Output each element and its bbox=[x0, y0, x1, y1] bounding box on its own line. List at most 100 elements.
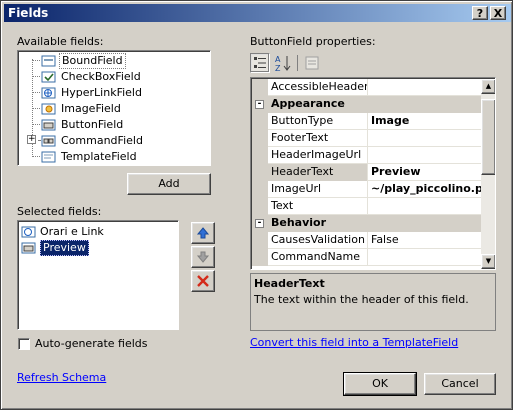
checkbox-field-icon bbox=[41, 71, 56, 83]
tree-connector bbox=[32, 76, 40, 77]
refresh-schema-link[interactable]: Refresh Schema bbox=[17, 371, 106, 384]
tree-item-label: ButtonField bbox=[61, 118, 124, 131]
property-row[interactable]: HeaderImageUrl bbox=[252, 147, 482, 164]
property-name: AccessibleHeaderTe bbox=[268, 79, 368, 96]
property-value[interactable]: False bbox=[368, 232, 482, 249]
button-field-icon bbox=[21, 242, 36, 254]
property-row[interactable]: Text bbox=[252, 198, 482, 215]
hyperlink-field-icon bbox=[21, 226, 36, 238]
title-bar[interactable]: Fields ? X bbox=[4, 4, 511, 22]
tree-item-label: BoundField bbox=[59, 53, 126, 69]
property-name: Text bbox=[268, 198, 368, 215]
auto-generate-label: Auto-generate fields bbox=[35, 337, 148, 350]
row-gutter bbox=[252, 164, 268, 181]
property-grid[interactable]: AccessibleHeaderTe - Appearance ButtonTy… bbox=[250, 77, 496, 270]
selected-item-label: Preview bbox=[40, 240, 89, 256]
alphabetical-button[interactable]: AZ bbox=[273, 53, 293, 73]
row-gutter bbox=[252, 79, 268, 96]
template-field-icon bbox=[41, 151, 56, 163]
property-value[interactable] bbox=[368, 147, 482, 164]
sort-alphabetical-icon: AZ bbox=[275, 55, 291, 73]
move-down-button[interactable] bbox=[191, 246, 215, 268]
property-name: ImageUrl bbox=[268, 181, 368, 198]
tree-item-label: HyperLinkField bbox=[61, 86, 142, 99]
description-text: The text within the header of this field… bbox=[254, 293, 469, 306]
convert-to-template-link[interactable]: Convert this field into a TemplateField bbox=[250, 336, 458, 349]
property-name: CommandName bbox=[268, 249, 368, 266]
arrow-up-icon bbox=[196, 227, 210, 239]
chevron-up-icon: ▲ bbox=[485, 82, 492, 90]
property-row[interactable]: FooterText bbox=[252, 130, 482, 147]
property-name: HeaderText bbox=[268, 164, 368, 181]
delete-icon bbox=[197, 275, 209, 287]
property-value[interactable] bbox=[368, 79, 482, 96]
row-gutter bbox=[252, 181, 268, 198]
tree-connector bbox=[32, 60, 40, 61]
chevron-down-icon: ▼ bbox=[485, 257, 492, 265]
help-button[interactable]: ? bbox=[472, 6, 488, 20]
row-gutter bbox=[252, 249, 268, 266]
cancel-button[interactable]: Cancel bbox=[424, 373, 496, 395]
property-value[interactable] bbox=[368, 198, 482, 215]
category-behavior[interactable]: - Behavior bbox=[252, 215, 482, 232]
property-row[interactable]: CausesValidation False bbox=[252, 232, 482, 249]
categorized-icon bbox=[254, 57, 266, 68]
fields-dialog: Fields ? X Available fields: + BoundFiel… bbox=[0, 0, 513, 410]
selected-fields-list[interactable]: Orari e Link Preview bbox=[17, 220, 179, 330]
move-up-button[interactable] bbox=[191, 222, 215, 244]
tree-item-label: ImageField bbox=[61, 102, 121, 115]
tree-item-label: CommandField bbox=[61, 134, 143, 147]
row-gutter bbox=[252, 147, 268, 164]
scroll-thumb[interactable] bbox=[481, 99, 495, 175]
row-gutter bbox=[252, 130, 268, 147]
property-value[interactable] bbox=[368, 130, 482, 147]
close-button[interactable]: X bbox=[490, 6, 506, 20]
property-row[interactable]: AccessibleHeaderTe bbox=[252, 79, 482, 96]
available-fields-label: Available fields: bbox=[17, 35, 104, 48]
property-row[interactable]: ImageUrl ~/play_piccolino.pn bbox=[252, 181, 482, 198]
category-appearance[interactable]: - Appearance bbox=[252, 96, 482, 113]
add-button[interactable]: Add bbox=[127, 173, 211, 195]
properties-label: ButtonField properties: bbox=[250, 35, 376, 48]
tree-connector bbox=[38, 140, 40, 141]
tree-connector bbox=[32, 92, 40, 93]
command-field-icon bbox=[41, 135, 56, 147]
svg-text:A: A bbox=[275, 55, 281, 64]
scroll-down-button[interactable]: ▼ bbox=[481, 254, 495, 269]
description-panel: HeaderText The text within the header of… bbox=[250, 273, 496, 331]
property-name: HeaderImageUrl bbox=[268, 147, 368, 164]
selected-item-label: Orari e Link bbox=[40, 225, 104, 238]
image-field-icon bbox=[41, 103, 56, 115]
scroll-up-button[interactable]: ▲ bbox=[481, 79, 495, 94]
property-grid-scrollbar[interactable]: ▲ ▼ bbox=[481, 79, 495, 269]
ok-button[interactable]: OK bbox=[343, 372, 417, 396]
row-gutter bbox=[252, 232, 268, 249]
categorized-button[interactable] bbox=[250, 53, 270, 73]
hyperlink-field-icon bbox=[41, 87, 56, 99]
delete-button[interactable] bbox=[191, 270, 215, 292]
property-name: CausesValidation bbox=[268, 232, 368, 249]
collapse-icon[interactable]: - bbox=[255, 219, 264, 228]
expand-icon[interactable]: + bbox=[27, 135, 36, 144]
tree-connector bbox=[32, 156, 40, 157]
bound-field-icon bbox=[41, 55, 56, 67]
property-value[interactable]: ~/play_piccolino.pn bbox=[368, 181, 482, 198]
ok-button-label: OK bbox=[372, 377, 388, 390]
available-fields-tree[interactable]: + BoundField CheckBoxField HyperLinkFiel… bbox=[17, 50, 211, 166]
row-gutter bbox=[252, 198, 268, 215]
tree-connector bbox=[32, 124, 40, 125]
property-value[interactable]: Image bbox=[368, 113, 482, 130]
property-value[interactable] bbox=[368, 249, 482, 266]
property-row-selected[interactable]: HeaderText Preview bbox=[252, 164, 482, 181]
auto-generate-checkbox[interactable] bbox=[18, 338, 30, 350]
toolbar-separator bbox=[297, 55, 298, 71]
button-field-icon bbox=[41, 119, 56, 131]
property-row[interactable]: ButtonType Image bbox=[252, 113, 482, 130]
property-pages-button[interactable] bbox=[302, 53, 322, 73]
category-name: Behavior bbox=[271, 216, 327, 229]
collapse-icon[interactable]: - bbox=[255, 100, 264, 109]
arrow-down-icon bbox=[196, 251, 210, 263]
property-value[interactable]: Preview bbox=[368, 164, 482, 181]
property-pages-icon bbox=[305, 56, 319, 70]
property-row[interactable]: CommandName bbox=[252, 249, 482, 266]
